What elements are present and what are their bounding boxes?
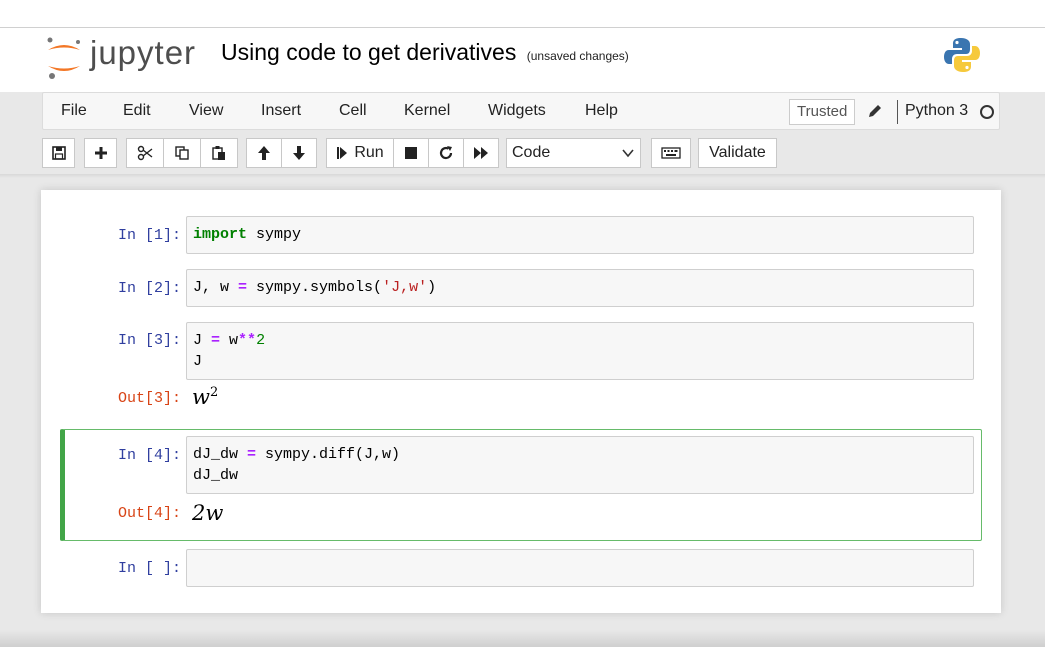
arrow-up-icon <box>258 146 270 160</box>
save-icon <box>51 146 66 160</box>
code-cell-4-token: dJ_dw <box>193 467 239 484</box>
menu-edit[interactable]: Edit <box>123 102 151 120</box>
step-forward-icon <box>337 147 348 159</box>
out-prompt-3: Out[3]: <box>117 390 181 407</box>
code-cell-3-token: w <box>220 332 239 349</box>
code-cell-3-token: J <box>193 332 212 349</box>
in-prompt-4: In [4]: <box>117 447 181 464</box>
fast-forward-icon <box>474 147 488 159</box>
plus-icon <box>94 147 107 159</box>
in-prompt-2: In [2]: <box>117 280 181 297</box>
interrupt-button[interactable] <box>393 138 429 168</box>
trusted-indicator[interactable]: Trusted <box>789 99 856 125</box>
menu-widgets[interactable]: Widgets <box>488 102 546 120</box>
code-cell-4[interactable]: dJ_dw = sympy.diff(J,w) dJ_dw <box>186 436 974 494</box>
move-up-button[interactable] <box>246 138 282 168</box>
move-down-button[interactable] <box>281 138 317 168</box>
bottom-shade <box>0 630 1045 647</box>
menu-bar: File Edit View Insert Cell Kernel Widget… <box>42 92 1000 130</box>
code-cell-1[interactable]: import sympy <box>186 216 974 254</box>
notebook-header: jupyter Using code to get derivatives (u… <box>0 28 1045 92</box>
jupyter-logo-text[interactable]: jupyter <box>90 34 196 72</box>
cut-button[interactable] <box>126 138 164 168</box>
cell-type-value: Code <box>512 144 551 161</box>
toolbar: Run Code Validate <box>0 136 1045 172</box>
in-prompt-5: In [ ]: <box>117 560 181 577</box>
run-label: Run <box>354 144 384 161</box>
menu-help[interactable]: Help <box>585 102 618 120</box>
chevron-down-icon <box>622 149 634 158</box>
code-cell-2-token: = <box>238 279 248 296</box>
code-cell-3[interactable]: J = w**2 J <box>186 322 974 380</box>
code-cell-1-token: import <box>193 226 248 243</box>
code-cell-3-token: 2 <box>256 332 266 349</box>
scissors-icon <box>137 145 153 161</box>
output-cell-4: 2w <box>192 501 224 525</box>
kernel-name[interactable]: Python 3 <box>905 102 968 120</box>
keyboard-icon <box>661 147 681 159</box>
paste-button[interactable] <box>200 138 238 168</box>
code-cell-2-token: 'J,w' <box>382 279 428 296</box>
code-cell-4-token: sympy.diff(J,w) <box>256 446 401 463</box>
in-prompt-1: In [1]: <box>117 227 181 244</box>
out-prompt-4: Out[4]: <box>117 505 181 522</box>
pencil-icon[interactable] <box>867 103 883 119</box>
in-prompt-3: In [3]: <box>117 332 181 349</box>
code-cell-2-token: sympy.symbols( <box>247 279 383 296</box>
code-cell-2-token: ) <box>427 279 437 296</box>
copy-icon <box>175 146 189 160</box>
save-status: (unsaved changes) <box>526 49 629 63</box>
menu-insert[interactable]: Insert <box>261 102 301 120</box>
menu-kernel[interactable]: Kernel <box>404 102 450 120</box>
insert-cell-button[interactable] <box>84 138 117 168</box>
browser-top-strip <box>0 0 1045 28</box>
notebook-container: In [1]: import sympy In [2]: J, w = symp… <box>41 190 1001 613</box>
run-button[interactable]: Run <box>326 138 394 168</box>
output-cell-3: w2 <box>192 385 218 409</box>
paste-icon <box>212 146 225 160</box>
code-cell-4-token: dJ_dw <box>193 446 248 463</box>
kernel-idle-indicator <box>980 105 994 119</box>
cell-type-select[interactable]: Code <box>506 138 641 168</box>
code-cell-4-token: = <box>247 446 257 463</box>
output-cell-3-base: w <box>192 385 210 409</box>
menu-view[interactable]: View <box>189 102 223 120</box>
copy-button[interactable] <box>163 138 201 168</box>
validate-button[interactable]: Validate <box>698 138 777 168</box>
output-cell-3-exponent: 2 <box>209 385 219 400</box>
save-button[interactable] <box>42 138 75 168</box>
arrow-down-icon <box>293 146 305 160</box>
jupyter-logo-icon[interactable] <box>44 36 84 80</box>
restart-run-all-button[interactable] <box>463 138 499 168</box>
header-separator <box>0 174 1045 178</box>
notebook-title-text[interactable]: Using code to get derivatives <box>221 39 516 65</box>
code-cell-1-token: sympy <box>256 226 302 243</box>
restart-button[interactable] <box>428 138 464 168</box>
validate-label: Validate <box>709 144 766 161</box>
code-cell-3-token: J <box>193 353 203 370</box>
code-cell-2-token: J, w <box>193 279 239 296</box>
restart-icon <box>439 146 453 160</box>
code-cell-3-token: = <box>211 332 221 349</box>
command-palette-button[interactable] <box>651 138 691 168</box>
python-logo-icon <box>944 38 980 72</box>
notebook-title[interactable]: Using code to get derivatives (unsaved c… <box>221 39 629 66</box>
kernel-separator <box>897 100 898 124</box>
code-cell-3-token: ** <box>238 332 257 349</box>
stop-icon <box>405 147 417 159</box>
code-cell-2[interactable]: J, w = sympy.symbols('J,w') <box>186 269 974 307</box>
menu-file[interactable]: File <box>61 102 87 120</box>
code-cell-5[interactable] <box>186 549 974 587</box>
menu-cell[interactable]: Cell <box>339 102 367 120</box>
